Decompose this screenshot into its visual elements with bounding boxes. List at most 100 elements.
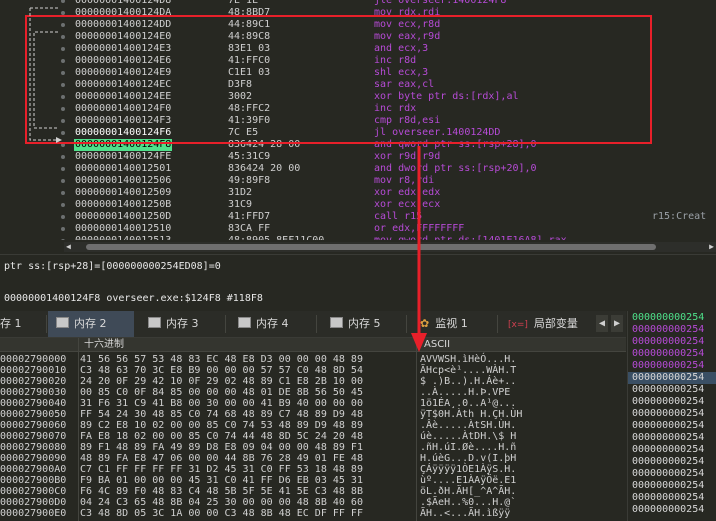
operands: r15 [398, 211, 423, 222]
stack-row[interactable]: 000000000254 [632, 444, 704, 456]
stack-row[interactable]: 000000000254 [632, 348, 704, 360]
operands: r8,rdi [392, 175, 435, 186]
stack-view[interactable]: 000000000254 000000000254 000000000254 0000… [627, 311, 716, 521]
operands: r9d,r9d [392, 151, 441, 162]
mnemonic: xor [374, 199, 393, 210]
tab-next-button[interactable]: ▶ [611, 315, 623, 332]
mnemonic: and [374, 163, 393, 174]
instruction-bytes: 83CA FF [228, 223, 271, 234]
instruction-text: xor ecx,ecx [374, 199, 440, 211]
stack-row[interactable]: 000000000254 [632, 324, 704, 336]
breakpoint-dot-icon[interactable] [61, 0, 65, 3]
disasm-row[interactable]: 000000014001250B 31C9 xor ecx,ecx [0, 199, 716, 211]
instruction-bytes: 49:89F8 [228, 175, 271, 186]
memory-icon [56, 317, 69, 328]
stack-row[interactable]: 000000000254 [632, 480, 704, 492]
ascii-column-header[interactable]: ASCII [424, 338, 450, 351]
disasm-row[interactable]: 0000000140012506 49:89F8 mov r8,rdi [0, 175, 716, 187]
mnemonic: jle [374, 0, 393, 6]
breakpoint-dot-icon[interactable] [61, 179, 65, 183]
info-pane: ptr ss:[rsp+28]=[000000000254ED08]=0 000… [0, 254, 716, 310]
instruction-bytes: 41:FFD7 [228, 211, 271, 222]
stack-row[interactable]: 000000000254 [628, 372, 716, 384]
breakpoint-dot-icon[interactable] [61, 155, 65, 159]
memory-icon [148, 317, 161, 328]
disasm-row[interactable]: 0000000140012509 31D2 xor edx,edx [0, 187, 716, 199]
mnemonic: or [374, 223, 387, 234]
tab-memory-5[interactable]: 内存 5 [330, 311, 381, 337]
dump-tab-bar: 存 1 内存 2 内存 3 内存 4 内存 5 ✿ 监视 1 [x=] 局部变量 ◀… [0, 311, 626, 338]
tab-label: 存 1 [0, 317, 22, 330]
dump-ascii[interactable]: ÃH..<...ÃH.ìßÿÿ [420, 508, 510, 520]
stack-row[interactable]: 000000000254 [632, 468, 704, 480]
disasm-row[interactable]: 0000000140012510 83CA FF or edx,FFFFFFFF [0, 223, 716, 235]
operands: dword ptr ss:[rsp+20],0 [392, 163, 537, 174]
instruction-text: mov qword ptr ds:[1401E16A8],rax [374, 235, 567, 240]
stack-row[interactable]: 000000000254 [632, 336, 704, 348]
breakpoint-dot-icon[interactable] [61, 215, 65, 219]
tab-memory-1[interactable]: 存 1 [0, 311, 44, 337]
scroll-right-arrow-icon[interactable]: ▶ [709, 242, 714, 251]
breakpoint-dot-icon[interactable] [61, 203, 65, 207]
watch-icon: ✿ [420, 317, 430, 330]
dump-row[interactable]: 00000027900E0 C3 48 8D 05 3C 1A 00 00 C3 … [0, 508, 626, 520]
tab-label: 内存 4 [256, 317, 289, 330]
mnemonic: xor [374, 187, 393, 198]
stack-row[interactable]: 000000000254 [632, 420, 704, 432]
instruction-address: 0000000140012509 [75, 187, 172, 198]
stack-row[interactable]: 000000000254 [632, 432, 704, 444]
memory-dump[interactable]: 000000279000041 56 56 57 53 48 83 EC 48 … [0, 352, 626, 521]
tab-memory-3[interactable]: 内存 3 [148, 311, 199, 337]
instruction-text: and dword ptr ss:[rsp+20],0 [374, 163, 537, 175]
instruction-address: 0000000140012506 [75, 175, 172, 186]
tab-watch-1[interactable]: ✿ 监视 1 [420, 311, 468, 337]
breakpoint-dot-icon[interactable] [61, 191, 65, 195]
tab-memory-4[interactable]: 内存 4 [238, 311, 289, 337]
locals-icon: [x=] [508, 320, 528, 330]
instruction-address: 0000000140012510 [75, 223, 172, 234]
breakpoint-dot-icon[interactable] [61, 239, 65, 240]
stack-row[interactable]: 000000000254 [632, 408, 704, 420]
breakpoint-dot-icon[interactable] [61, 167, 65, 171]
tab-prev-button[interactable]: ◀ [596, 315, 608, 332]
instruction-address: 00000001400124FE [75, 151, 172, 162]
operands: ecx,ecx [392, 199, 441, 210]
instruction-bytes: 836424 20 00 [228, 163, 301, 174]
mnemonic: mov [374, 175, 393, 186]
stack-row[interactable]: 000000000254 [632, 396, 704, 408]
stack-row[interactable]: 000000000254 [632, 360, 704, 372]
tab-label: 监视 1 [435, 317, 468, 330]
operands: edx,edx [392, 187, 441, 198]
stack-row[interactable]: 000000000254 [632, 384, 704, 396]
instruction-address: 00000001400124D8 [75, 0, 172, 6]
stack-row[interactable]: 000000000254 [632, 456, 704, 468]
disasm-row[interactable]: 00000001400124FE 45:31C9 xor r9d,r9d [0, 151, 716, 163]
scroll-left-arrow-icon[interactable]: ◀ [66, 242, 71, 251]
memory-icon [238, 317, 251, 328]
tab-label: 内存 2 [74, 317, 107, 330]
memory-icon [330, 317, 343, 328]
disasm-row[interactable]: 0000000140012501 836424 20 00 and dword pt… [0, 163, 716, 175]
disasm-row[interactable]: 00000001400124D8 7E 1E jle overseer.140012… [0, 0, 716, 7]
instruction-address: 000000014001250D [75, 211, 172, 222]
breakpoint-dot-icon[interactable] [61, 227, 65, 231]
mnemonic: mov [374, 235, 392, 240]
tab-locals[interactable]: [x=] 局部变量 [508, 311, 578, 337]
stack-row[interactable]: 000000000254 [632, 492, 704, 504]
stack-row[interactable]: 000000000254 [632, 504, 704, 516]
horizontal-scrollbar[interactable]: ◀ ▶ [64, 242, 716, 252]
disasm-row[interactable]: 0000000140012513 48:8905 8EF11C00 mov qwor… [0, 235, 716, 240]
instruction-address: 0000000140012501 [75, 163, 172, 174]
instruction-text: xor edx,edx [374, 187, 440, 199]
highlight-box [25, 15, 652, 144]
instruction-bytes: 31D2 [228, 187, 253, 198]
scroll-thumb[interactable] [86, 244, 656, 250]
dump-hex[interactable]: C3 48 8D 05 3C 1A 00 00 C3 48 8B 48 EC D… [80, 508, 363, 520]
dump-header: 十六进制 ASCII [0, 338, 626, 352]
stack-row[interactable]: 000000000254 [632, 312, 704, 324]
disasm-row[interactable]: 000000014001250D 41:FFD7 call r15 r15:Creat [0, 211, 716, 223]
tab-memory-2[interactable]: 内存 2 [48, 311, 134, 337]
instruction-text: xor r9d,r9d [374, 151, 440, 163]
hex-column-header[interactable]: 十六进制 [84, 338, 124, 351]
instruction-address: 000000014001250B [75, 199, 172, 210]
